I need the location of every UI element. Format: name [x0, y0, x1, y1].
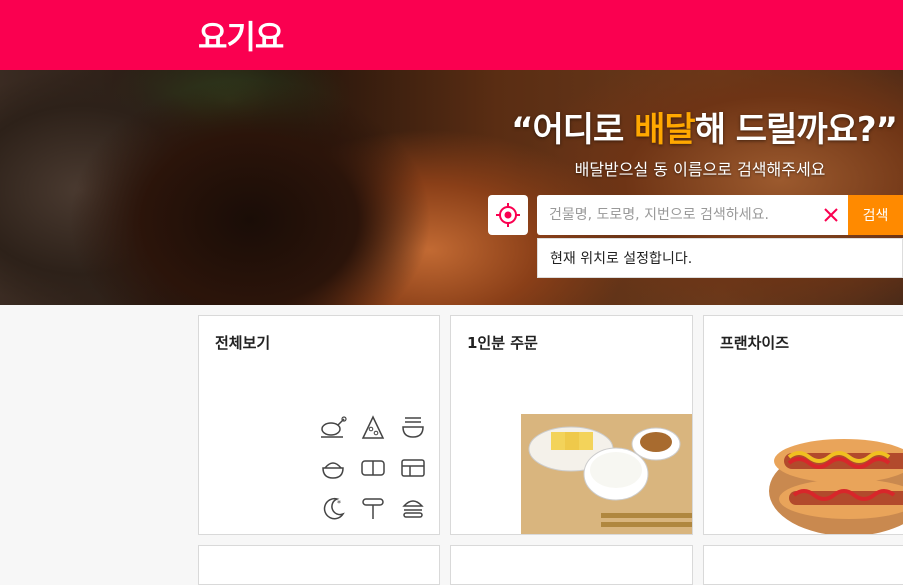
- hero-title-close: 해 드릴까요?”: [694, 110, 898, 150]
- crosshair-icon: [496, 203, 520, 227]
- category-card-row2-1[interactable]: [198, 545, 440, 585]
- lunchbox-icon: [401, 459, 425, 477]
- sushi-icon: [361, 460, 385, 476]
- noodle-icon: [402, 417, 424, 438]
- chicken-icon: [321, 416, 347, 438]
- hero-banner: “어디로 배달해 드릴까요?” 배달받으실 동 이름으로 검색해주세요 검색 현…: [0, 70, 903, 305]
- burger-icon: [402, 500, 424, 518]
- category-card-franchise[interactable]: 프랜차이즈: [703, 315, 903, 535]
- single-meal-image: [521, 414, 692, 534]
- category-card-row2-2[interactable]: [450, 545, 693, 585]
- category-card-all[interactable]: 전체보기 *: [198, 315, 440, 535]
- current-location-button[interactable]: [488, 195, 528, 235]
- search-button[interactable]: 검색: [848, 195, 903, 235]
- hero-title: “어디로 배달해 드릴까요?”: [477, 102, 903, 151]
- yogiyo-logo[interactable]: 요기요: [198, 12, 284, 58]
- night-food-icon: *: [323, 497, 345, 520]
- svg-text:*: *: [337, 499, 341, 508]
- rice-bowl-icon: [322, 462, 344, 479]
- category-card-row2-3[interactable]: [703, 545, 903, 585]
- search-box: [537, 195, 848, 235]
- category-card-single-order[interactable]: 1인분 주문: [450, 315, 693, 535]
- pizza-icon: [361, 415, 385, 439]
- hero-subtitle: 배달받으실 동 이름으로 검색해주세요: [574, 160, 826, 179]
- top-bar: 요기요: [0, 0, 903, 70]
- category-label: 1인분 주문: [467, 334, 538, 352]
- hotdog-image: [769, 439, 903, 534]
- category-label: 전체보기: [215, 334, 271, 352]
- address-search-input[interactable]: [537, 195, 817, 235]
- bbq-skewer-icon: [362, 498, 384, 519]
- hero-title-highlight: 배달: [634, 110, 696, 150]
- hero-title-open: “어디로: [511, 110, 635, 150]
- category-label: 프랜차이즈: [720, 334, 790, 352]
- current-location-option[interactable]: 현재 위치로 설정합니다.: [537, 238, 903, 278]
- clear-icon[interactable]: [822, 206, 840, 224]
